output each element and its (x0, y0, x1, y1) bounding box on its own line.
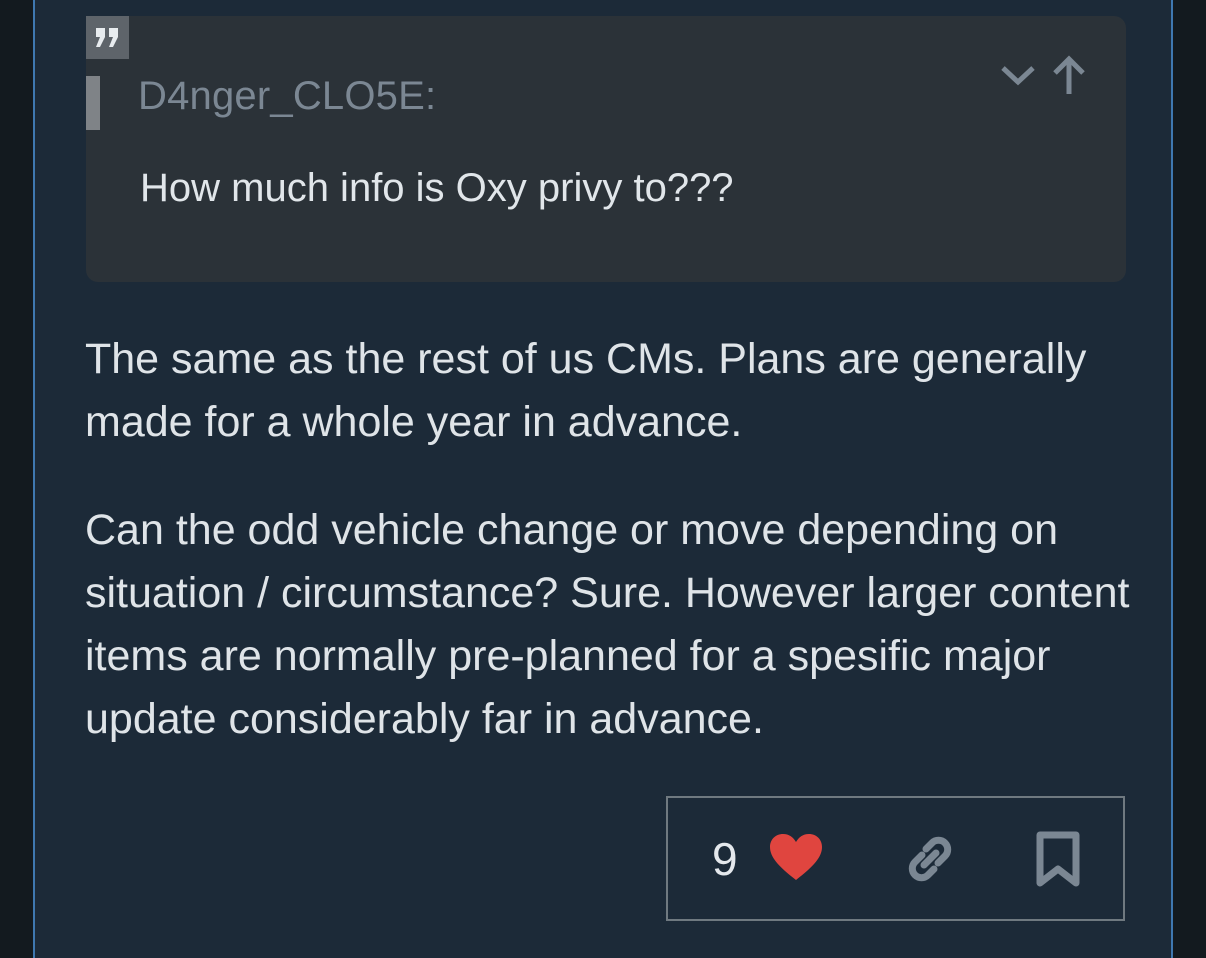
quote-text: How much info is Oxy privy to??? (140, 166, 734, 210)
jump-to-post-arrow-up-icon[interactable] (1052, 54, 1086, 101)
heart-icon[interactable] (768, 833, 824, 888)
reply-paragraph-1: The same as the rest of us CMs. Plans ar… (85, 335, 1087, 446)
bookmark-icon[interactable] (1036, 831, 1080, 892)
like-count[interactable]: 9 (712, 832, 738, 886)
quote-bar (86, 76, 100, 130)
reply-paragraph-2: Can the odd vehicle change or move depen… (85, 506, 1130, 743)
post-card: D4nger_CLO5E: How much info is Oxy privy… (33, 0, 1173, 958)
quote-block: D4nger_CLO5E: How much info is Oxy privy… (86, 16, 1126, 282)
quote-author[interactable]: D4nger_CLO5E: (138, 74, 436, 119)
quote-controls (998, 54, 1086, 101)
expand-chevron-down-icon[interactable] (998, 60, 1038, 95)
post-actions: 9 (666, 796, 1125, 921)
quote-mark-icon (86, 16, 129, 59)
link-icon[interactable] (902, 833, 958, 890)
